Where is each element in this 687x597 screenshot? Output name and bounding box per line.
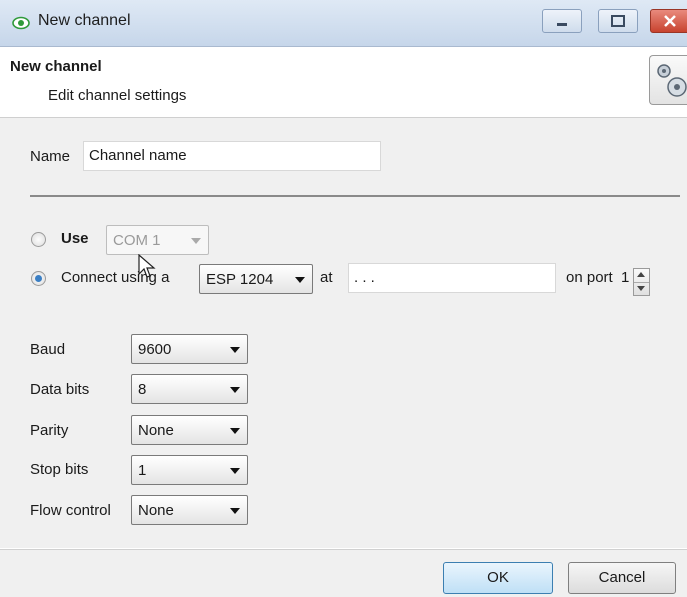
use-com-radio[interactable] <box>31 232 46 247</box>
chevron-down-icon <box>230 387 240 393</box>
header-title: New channel <box>10 58 102 75</box>
minimize-button[interactable] <box>542 9 582 33</box>
chevron-down-icon <box>230 468 240 474</box>
flow-control-select[interactable]: None <box>131 495 248 525</box>
maximize-icon <box>611 15 625 27</box>
chevron-down-icon <box>230 508 240 514</box>
eye-icon <box>12 14 30 32</box>
maximize-button[interactable] <box>598 9 638 33</box>
name-field[interactable]: Channel name <box>83 141 381 171</box>
port-value[interactable]: 1 <box>621 269 629 286</box>
window-title: New channel <box>38 12 131 29</box>
dialog-header: New channel Edit channel settings <box>0 47 687 118</box>
port-label: on port <box>566 269 613 286</box>
connect-using-radio[interactable] <box>31 271 46 286</box>
header-subtitle: Edit channel settings <box>48 87 187 104</box>
settings-gear-badge <box>649 55 687 105</box>
data-bits-select[interactable]: 8 <box>131 374 248 404</box>
section-divider <box>30 195 680 197</box>
spinner-up-icon[interactable] <box>637 272 645 277</box>
parity-value: None <box>138 422 174 439</box>
data-bits-value: 8 <box>138 381 147 398</box>
at-label: at <box>320 269 333 286</box>
chevron-down-icon <box>295 277 305 283</box>
chevron-down-icon <box>191 238 201 244</box>
com-port-value: COM 1 <box>113 232 161 249</box>
parity-select[interactable]: None <box>131 415 248 445</box>
flow-control-label: Flow control <box>30 502 111 519</box>
parity-label: Parity <box>30 422 69 439</box>
baud-select[interactable]: 9600 <box>131 334 248 364</box>
cancel-button[interactable]: Cancel <box>568 562 676 594</box>
data-bits-label: Data bits <box>30 381 90 398</box>
ip-address-field[interactable]: . . . <box>348 263 556 293</box>
device-select[interactable]: ESP 1204 <box>199 264 313 294</box>
name-label: Name <box>30 148 71 165</box>
close-icon <box>664 15 676 27</box>
com-port-select[interactable]: COM 1 <box>106 225 209 255</box>
stop-bits-label: Stop bits <box>30 461 89 478</box>
baud-value: 9600 <box>138 341 172 358</box>
use-label: Use <box>61 230 89 247</box>
dialog-footer: OK Cancel <box>0 549 687 597</box>
baud-label: Baud <box>30 341 66 358</box>
spinner-down-icon[interactable] <box>637 286 645 291</box>
stop-bits-value: 1 <box>138 462 147 479</box>
stop-bits-select[interactable]: 1 <box>131 455 248 485</box>
close-button[interactable] <box>650 9 687 33</box>
mouse-cursor-icon <box>138 254 156 278</box>
port-spinner[interactable] <box>633 268 650 296</box>
chevron-down-icon <box>230 428 240 434</box>
chevron-down-icon <box>230 347 240 353</box>
flow-control-value: None <box>138 502 174 519</box>
minimize-icon <box>557 23 567 26</box>
gear-icon <box>657 64 687 97</box>
title-bar[interactable]: New channel <box>0 0 687 47</box>
dialog-window: New channel New channel Edit channel set… <box>0 0 687 597</box>
dialog-content: Name Channel name Use COM 1 Connect usin… <box>0 118 687 548</box>
ok-button[interactable]: OK <box>443 562 553 594</box>
device-value: ESP 1204 <box>206 271 274 288</box>
